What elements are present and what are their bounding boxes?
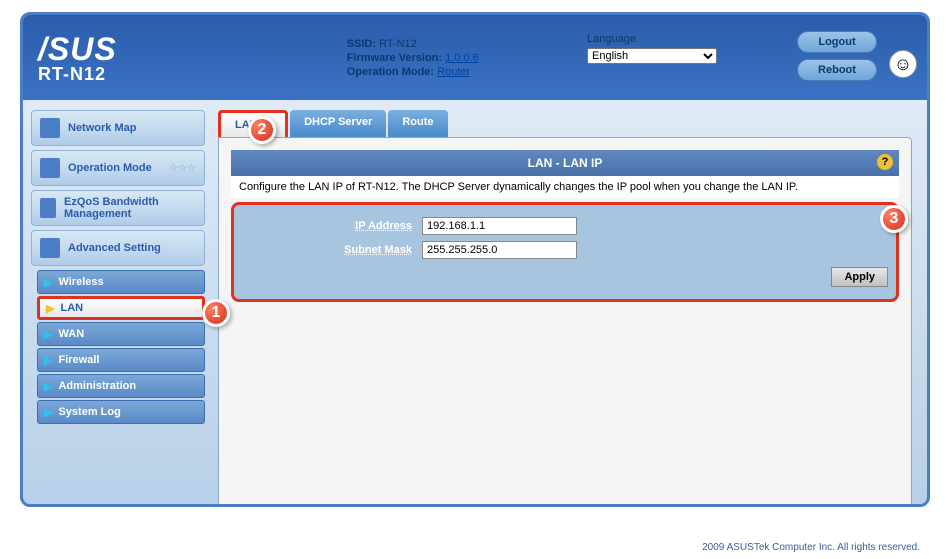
panel-title: LAN - LAN IP ? xyxy=(231,150,899,176)
ip-address-label: IP Address xyxy=(242,220,422,232)
footer: 2009 ASUSTek Computer Inc. All rights re… xyxy=(702,542,920,553)
triangle-icon: ▶ xyxy=(44,354,52,367)
firmware-link[interactable]: 1.0.0.6 xyxy=(445,52,479,64)
header-info: SSID: RT-N12 Firmware Version: 1.0.0.6 O… xyxy=(347,36,479,80)
ezqos-icon xyxy=(40,198,56,218)
subnet-mask-label: Subnet Mask xyxy=(242,244,422,256)
reboot-button[interactable]: Reboot xyxy=(797,59,877,81)
subnet-mask-input[interactable] xyxy=(422,241,577,259)
tabs: LAN IP DHCP Server Route xyxy=(218,110,912,137)
logout-button[interactable]: Logout xyxy=(797,31,877,53)
sidebar-sub-lan[interactable]: ▶LAN xyxy=(37,296,205,320)
operation-mode-icon xyxy=(40,158,60,178)
triangle-icon: ▶ xyxy=(46,302,54,315)
sidebar-sub-system-log[interactable]: ▶System Log xyxy=(37,400,205,424)
sidebar-item-network-map[interactable]: Network Map xyxy=(31,110,205,146)
triangle-icon: ▶ xyxy=(44,328,52,341)
triangle-icon: ▶ xyxy=(44,406,52,419)
header: /SUS RT-N12 SSID: RT-N12 Firmware Versio… xyxy=(23,15,927,100)
mode-link[interactable]: Router xyxy=(437,66,470,78)
sidebar-sub-firewall[interactable]: ▶Firewall xyxy=(37,348,205,372)
form-box: IP Address Subnet Mask Apply xyxy=(231,202,899,302)
sidebar: Network Map Operation Mode☆☆☆ EzQoS Band… xyxy=(23,100,213,504)
language-section: Language English xyxy=(587,33,717,64)
sidebar-sub-wan[interactable]: ▶WAN xyxy=(37,322,205,346)
triangle-icon: ▶ xyxy=(44,276,52,289)
sidebar-sub-administration[interactable]: ▶Administration xyxy=(37,374,205,398)
network-map-icon xyxy=(40,118,60,138)
help-icon[interactable]: ? xyxy=(877,154,893,170)
annotation-badge-3: 3 xyxy=(880,205,908,233)
content: LAN IP DHCP Server Route LAN - LAN IP ? … xyxy=(213,100,927,504)
sidebar-sub-wireless[interactable]: ▶Wireless xyxy=(37,270,205,294)
tab-route[interactable]: Route xyxy=(388,110,447,137)
annotation-badge-1: 1 xyxy=(202,299,230,327)
logo: /SUS RT-N12 xyxy=(38,31,117,85)
sidebar-item-ezqos[interactable]: EzQoS Bandwidth Management xyxy=(31,190,205,226)
annotation-badge-2: 2 xyxy=(248,116,276,144)
sidebar-item-operation-mode[interactable]: Operation Mode☆☆☆ xyxy=(31,150,205,186)
advanced-icon xyxy=(40,238,60,258)
tab-dhcp-server[interactable]: DHCP Server xyxy=(290,110,386,137)
panel: LAN - LAN IP ? Configure the LAN IP of R… xyxy=(218,137,912,507)
ip-address-input[interactable] xyxy=(422,217,577,235)
triangle-icon: ▶ xyxy=(44,380,52,393)
language-select[interactable]: English xyxy=(587,48,717,64)
brand-logo: /SUS xyxy=(38,31,117,68)
sidebar-item-advanced[interactable]: Advanced Setting xyxy=(31,230,205,266)
apply-button[interactable]: Apply xyxy=(831,267,888,287)
model-label: RT-N12 xyxy=(38,64,117,85)
panel-description: Configure the LAN IP of RT-N12. The DHCP… xyxy=(231,176,899,198)
avatar-icon: ☺ xyxy=(889,50,917,78)
